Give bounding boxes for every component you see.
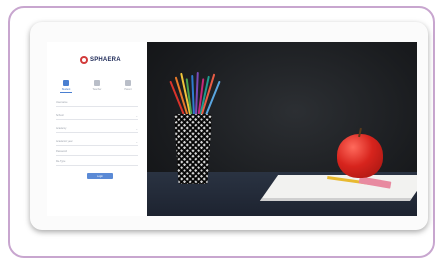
password-field[interactable]: Password (56, 148, 138, 156)
tab-label: Student (61, 88, 71, 91)
username-field[interactable]: Username (56, 99, 138, 107)
login-panel: SPHAERA Student Teacher Parent Username … (47, 42, 147, 216)
brand-logo: SPHAERA (80, 55, 121, 65)
student-icon (63, 80, 69, 86)
logo-mark-icon (80, 56, 88, 64)
academy-select[interactable]: Academy ⌄ (56, 125, 138, 133)
field-label: Re-Type (56, 160, 66, 163)
field-label: Academic year (56, 140, 73, 143)
tab-student[interactable]: Student (57, 80, 75, 93)
field-label: Username (56, 101, 68, 104)
tab-label: Parent (124, 88, 132, 91)
chevron-down-icon: ⌄ (135, 126, 138, 131)
login-button[interactable]: Login (87, 173, 113, 179)
chevron-down-icon: ⌄ (135, 113, 138, 118)
teacher-icon (94, 80, 100, 86)
parent-icon (125, 80, 131, 86)
field-label: Academy (56, 127, 67, 130)
field-label: School (56, 114, 64, 117)
chevron-down-icon: ⌄ (135, 139, 138, 144)
tab-parent[interactable]: Parent (119, 80, 137, 93)
tab-teacher[interactable]: Teacher (88, 80, 106, 93)
hero-image (147, 42, 417, 216)
tab-label: Teacher (92, 88, 102, 91)
apple (337, 134, 383, 178)
logo-text: SPHAERA (90, 57, 121, 63)
retype-password-field[interactable]: Re-Type (56, 158, 138, 166)
school-select[interactable]: School ⌄ (56, 112, 138, 120)
role-tabs: Student Teacher Parent (57, 80, 137, 93)
active-tab-indicator (60, 92, 72, 93)
field-label: Password (56, 150, 67, 153)
academic-year-select[interactable]: Academic year ⌄ (56, 138, 138, 146)
pencil-cup (174, 114, 212, 184)
